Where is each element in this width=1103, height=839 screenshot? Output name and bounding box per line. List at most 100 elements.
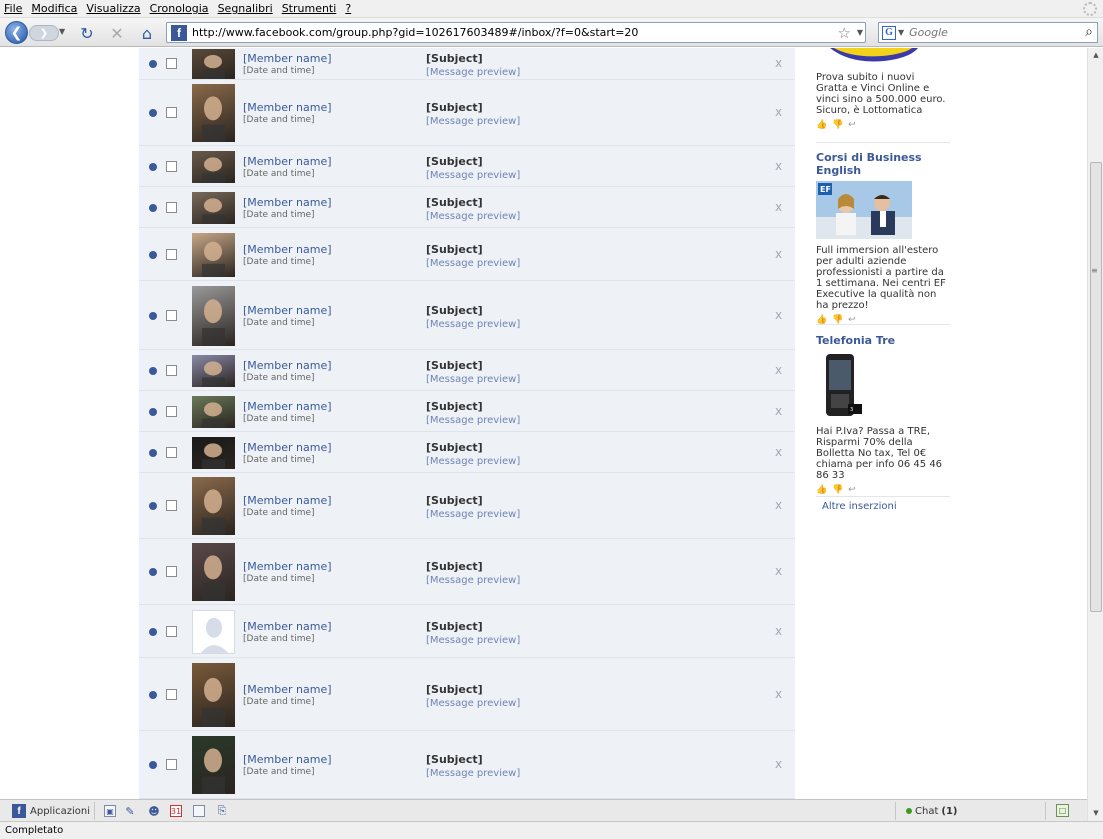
delete-message-icon[interactable]: x xyxy=(775,105,782,119)
menu-visualizza[interactable]: Visualizza xyxy=(86,2,140,15)
unread-dot-icon[interactable] xyxy=(149,203,157,212)
message-row[interactable]: [Member name] [Date and time] [Subject] [Me… xyxy=(139,658,795,731)
message-preview[interactable]: [Message preview] xyxy=(426,67,766,78)
message-checkbox[interactable] xyxy=(166,688,177,700)
scrollbar-thumb[interactable] xyxy=(1090,162,1102,612)
page-icon[interactable] xyxy=(193,805,205,817)
delete-message-icon[interactable]: x xyxy=(775,308,782,322)
ad-title[interactable]: Telefonia Tre xyxy=(816,334,946,347)
unread-dot-icon[interactable] xyxy=(149,311,157,320)
message-summary[interactable]: [Subject] [Message preview] xyxy=(426,359,766,385)
menu-strumenti[interactable]: Strumenti xyxy=(282,2,337,15)
menu-modifica[interactable]: Modifica xyxy=(31,2,77,15)
message-summary[interactable]: [Subject] [Message preview] xyxy=(426,243,766,269)
unread-dot-icon[interactable] xyxy=(149,162,157,171)
message-subject[interactable]: [Subject] xyxy=(426,304,766,317)
message-summary[interactable]: [Subject] [Message preview] xyxy=(426,683,766,709)
message-preview[interactable]: [Message preview] xyxy=(426,768,766,779)
menu-help[interactable]: ? xyxy=(345,2,351,15)
message-row[interactable]: [Member name] [Date and time] [Subject] [Me… xyxy=(139,281,795,350)
message-checkbox[interactable] xyxy=(166,566,177,577)
sender-avatar[interactable] xyxy=(192,150,235,183)
delete-message-icon[interactable]: x xyxy=(775,564,782,578)
ad-like-icons[interactable]: 👍 👎 ↩ xyxy=(816,120,946,130)
sender-name[interactable]: [Member name] xyxy=(243,683,413,696)
unread-dot-icon[interactable] xyxy=(149,60,157,68)
default-avatar[interactable] xyxy=(192,609,235,654)
sender-avatar[interactable] xyxy=(192,436,235,469)
message-checkbox[interactable] xyxy=(166,309,177,321)
notes-icon[interactable]: ✎ xyxy=(124,805,136,818)
message-subject[interactable]: [Subject] xyxy=(426,155,766,168)
delete-message-icon[interactable]: x xyxy=(775,247,782,261)
message-subject[interactable]: [Subject] xyxy=(426,683,766,696)
message-subject[interactable]: [Subject] xyxy=(426,243,766,256)
message-subject[interactable]: [Subject] xyxy=(426,400,766,413)
sender-name[interactable]: [Member name] xyxy=(243,101,413,114)
sender-name[interactable]: [Member name] xyxy=(243,52,413,65)
sender-name[interactable]: [Member name] xyxy=(243,400,413,413)
unread-dot-icon[interactable] xyxy=(149,407,157,416)
url-text[interactable]: http://www.facebook.com/group.php?gid=10… xyxy=(192,26,865,39)
applications-button[interactable]: f Applicazioni xyxy=(12,803,90,819)
message-preview[interactable]: [Message preview] xyxy=(426,116,766,127)
menu-file[interactable]: File xyxy=(4,2,22,15)
message-summary[interactable]: [Subject] [Message preview] xyxy=(426,753,766,779)
message-checkbox[interactable] xyxy=(166,500,177,511)
sender-name[interactable]: [Member name] xyxy=(243,560,413,573)
more-ads-link[interactable]: Altre inserzioni xyxy=(822,501,897,512)
message-row[interactable]: [Member name] [Date and time] [Subject] [Me… xyxy=(139,473,795,539)
message-preview[interactable]: [Message preview] xyxy=(426,258,766,269)
message-subject[interactable]: [Subject] xyxy=(426,52,766,65)
stop-icon[interactable]: ✕ xyxy=(107,23,127,43)
delete-message-icon[interactable]: x xyxy=(775,363,782,377)
calendar-icon[interactable]: 31 xyxy=(170,805,182,817)
bookmark-star-icon[interactable]: ☆ xyxy=(838,24,851,42)
sender-avatar[interactable] xyxy=(192,354,235,387)
address-bar[interactable]: f http://www.facebook.com/group.php?gid=… xyxy=(166,22,866,43)
sender-name[interactable]: [Member name] xyxy=(243,753,413,766)
message-preview[interactable]: [Message preview] xyxy=(426,635,766,646)
message-summary[interactable]: [Subject] [Message preview] xyxy=(426,494,766,520)
message-summary[interactable]: [Subject] [Message preview] xyxy=(426,52,766,78)
message-summary[interactable]: [Subject] [Message preview] xyxy=(426,441,766,467)
message-checkbox[interactable] xyxy=(166,405,177,417)
sender-name[interactable]: [Member name] xyxy=(243,196,413,209)
ad-lottery[interactable]: Prova subito i nuovi Gratta e Vinci Onli… xyxy=(816,72,946,130)
sender-name[interactable]: [Member name] xyxy=(243,441,413,454)
message-checkbox[interactable] xyxy=(166,248,177,260)
delete-message-icon[interactable]: x xyxy=(775,56,782,70)
message-subject[interactable]: [Subject] xyxy=(426,196,766,209)
url-dropdown-icon[interactable]: ▼ xyxy=(857,28,863,37)
message-summary[interactable]: [Subject] [Message preview] xyxy=(426,196,766,222)
message-summary[interactable]: [Subject] [Message preview] xyxy=(426,155,766,181)
message-subject[interactable]: [Subject] xyxy=(426,753,766,766)
delete-message-icon[interactable]: x xyxy=(775,200,782,214)
ad-like-icons[interactable]: 👍 👎 ↩ xyxy=(816,485,946,495)
message-summary[interactable]: [Subject] [Message preview] xyxy=(426,620,766,646)
message-checkbox[interactable] xyxy=(166,107,177,118)
delete-message-icon[interactable]: x xyxy=(775,687,782,701)
message-subject[interactable]: [Subject] xyxy=(426,441,766,454)
message-checkbox[interactable] xyxy=(166,625,177,637)
message-checkbox[interactable] xyxy=(166,160,177,172)
message-row[interactable]: [Member name] [Date and time] [Subject] [Me… xyxy=(139,228,795,281)
message-subject[interactable]: [Subject] xyxy=(426,359,766,372)
vertical-scrollbar[interactable]: ▲ ≡ ▼ xyxy=(1087,48,1103,822)
delete-message-icon[interactable]: x xyxy=(775,757,782,771)
sender-avatar[interactable] xyxy=(192,285,235,346)
ad-title[interactable]: Corsi di Business English xyxy=(816,151,946,177)
delete-message-icon[interactable]: x xyxy=(775,445,782,459)
message-preview[interactable]: [Message preview] xyxy=(426,456,766,467)
message-summary[interactable]: [Subject] [Message preview] xyxy=(426,101,766,127)
message-subject[interactable]: [Subject] xyxy=(426,101,766,114)
message-summary[interactable]: [Subject] [Message preview] xyxy=(426,560,766,586)
message-preview[interactable]: [Message preview] xyxy=(426,211,766,222)
message-checkbox[interactable] xyxy=(166,364,177,376)
unread-dot-icon[interactable] xyxy=(149,250,157,259)
message-subject[interactable]: [Subject] xyxy=(426,494,766,507)
menu-segnalibri[interactable]: Segnalibri xyxy=(218,2,273,15)
sender-avatar[interactable] xyxy=(192,543,235,601)
reload-icon[interactable]: ↻ xyxy=(77,23,97,43)
unread-dot-icon[interactable] xyxy=(149,448,157,457)
